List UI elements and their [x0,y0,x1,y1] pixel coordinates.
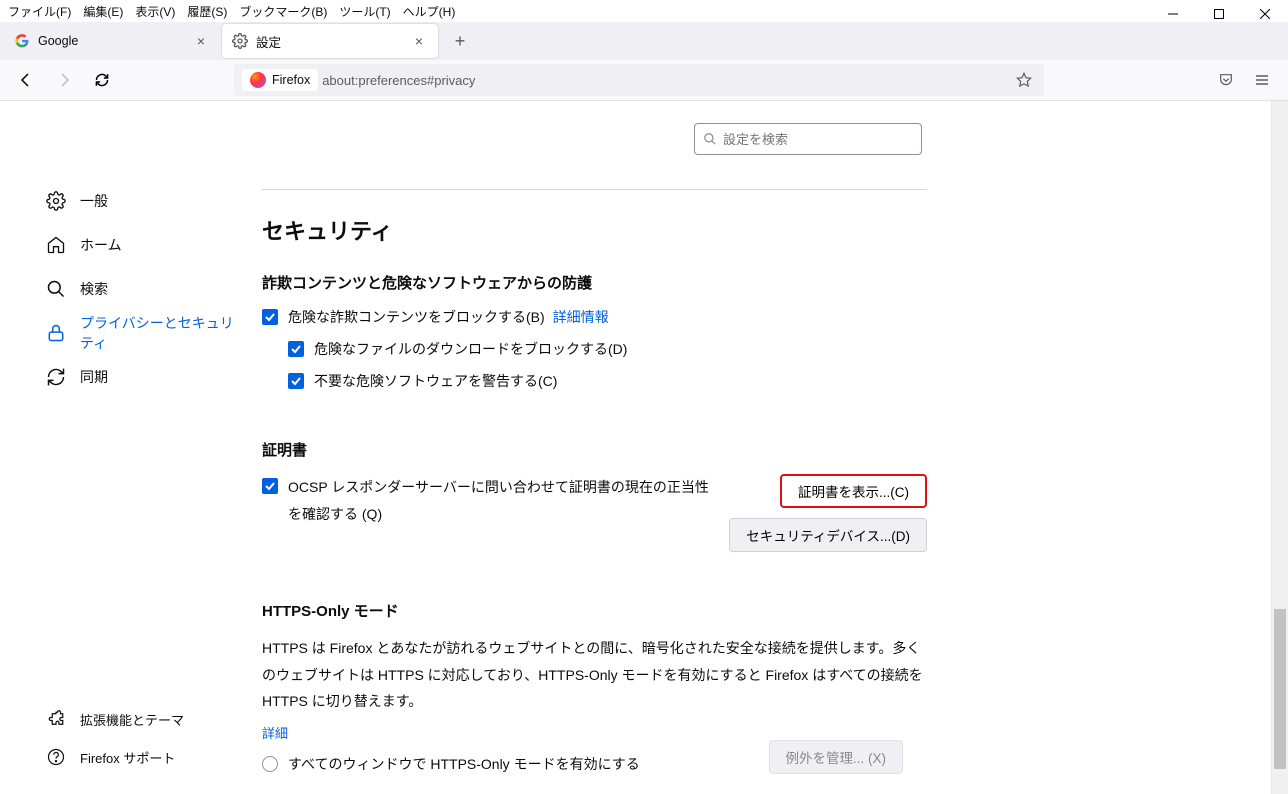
tab-settings[interactable]: 設定 × [222,24,438,58]
nav-toolbar: Firefox about:preferences#privacy [0,60,1288,100]
menubar: ファイル(F) 編集(E) 表示(V) 履歴(S) ブックマーク(B) ツール(… [0,0,1288,22]
search-icon [46,279,66,299]
warn-unwanted-row: 不要な危険ソフトウェアを警告する(C) [288,371,927,391]
category-label: ホーム [80,235,122,255]
category-sync[interactable]: 同期 [38,357,250,397]
minimize-button[interactable] [1150,0,1196,28]
menu-bookmarks[interactable]: ブックマーク(B) [233,1,333,22]
menu-file[interactable]: ファイル(F) [2,1,77,22]
app-menu-icon[interactable] [1246,64,1278,96]
puzzle-icon [46,709,66,729]
tab-title: 設定 [256,32,410,51]
lock-icon [46,323,66,343]
vertical-scrollbar[interactable] [1271,101,1288,794]
ocsp-checkbox[interactable] [262,478,278,494]
manage-exceptions-button[interactable]: 例外を管理... (X) [769,740,904,774]
category-search[interactable]: 検索 [38,269,250,309]
preferences-content: 一般 ホーム 検索 プライバシーとセキュリティ 同期 拡張機能 [0,100,1288,794]
warn-unwanted-label: 不要な危険ソフトウェアを警告する(C) [314,371,557,391]
home-icon [46,235,66,255]
bookmark-star-icon[interactable] [1012,72,1036,88]
block-dangerous-checkbox[interactable] [262,309,278,325]
ocsp-label: OCSP レスポンダーサーバーに問い合わせて証明書の現在の正当性を確認する (Q… [288,474,709,527]
certificates-heading: 証明書 [262,439,927,460]
block-dangerous-row: 危険な詐欺コンテンツをブロックする(B)詳細情報 [262,307,927,327]
block-downloads-checkbox[interactable] [288,341,304,357]
gear-icon [232,33,248,49]
block-downloads-label: 危険なファイルのダウンロードをブロックする(D) [314,339,627,359]
window-controls [1150,0,1288,28]
category-privacy[interactable]: プライバシーとセキュリティ [38,313,250,353]
sidebar-extensions[interactable]: 拡張機能とテーマ [38,702,192,736]
https-all-windows-label: すべてのウィンドウで HTTPS-Only モードを有効にする [288,754,640,774]
reload-button[interactable] [86,64,118,96]
view-certificates-button[interactable]: 証明書を表示...(C) [780,474,927,508]
menu-help[interactable]: ヘルプ(H) [397,1,462,22]
tab-title: Google [38,34,192,48]
close-window-button[interactable] [1242,0,1288,28]
menu-history[interactable]: 履歴(S) [181,1,233,22]
close-tab-icon[interactable]: × [410,32,428,50]
search-icon [703,132,717,146]
back-button[interactable] [10,64,42,96]
menu-tools[interactable]: ツール(T) [333,1,396,22]
google-favicon-icon [14,33,30,49]
tabstrip: Google × 設定 × + [0,22,1288,60]
block-dangerous-label: 危険な詐欺コンテンツをブロックする(B)詳細情報 [288,307,609,327]
category-label: 検索 [80,279,108,299]
deceptive-heading: 詐欺コンテンツと危険なソフトウェアからの防護 [262,272,927,293]
menu-view[interactable]: 表示(V) [129,1,181,22]
close-tab-icon[interactable]: × [192,32,210,50]
help-icon [46,747,66,767]
scrollbar-thumb[interactable] [1274,609,1286,769]
https-learn-more-link[interactable]: 詳細 [262,726,288,741]
https-only-heading: HTTPS-Only モード [262,600,927,621]
category-general[interactable]: 一般 [38,181,250,221]
sync-icon [46,367,66,387]
security-devices-button[interactable]: セキュリティデバイス...(D) [729,518,927,552]
gear-icon [46,191,66,211]
menu-edit[interactable]: 編集(E) [77,1,129,22]
identity-box[interactable]: Firefox [242,69,318,91]
identity-label: Firefox [272,73,310,87]
https-all-windows-radio[interactable] [262,756,278,772]
pocket-icon[interactable] [1210,64,1242,96]
block-downloads-row: 危険なファイルのダウンロードをブロックする(D) [288,339,927,359]
sidebar-item-label: Firefox サポート [80,748,175,767]
learn-more-link[interactable]: 詳細情報 [553,309,609,325]
category-label: 同期 [80,367,108,387]
category-label: 一般 [80,191,108,211]
maximize-button[interactable] [1196,0,1242,28]
security-heading: セキュリティ [262,214,927,246]
categories-sidebar: 一般 ホーム 検索 プライバシーとセキュリティ 同期 拡張機能 [0,101,250,794]
main-panel: セキュリティ 詐欺コンテンツと危険なソフトウェアからの防護 危険な詐欺コンテンツ… [250,101,1288,794]
https-only-description: HTTPS は Firefox とあなたが訪れるウェブサイトとの間に、暗号化され… [262,635,927,715]
warn-unwanted-checkbox[interactable] [288,373,304,389]
category-home[interactable]: ホーム [38,225,250,265]
forward-button[interactable] [48,64,80,96]
sidebar-support[interactable]: Firefox サポート [38,740,192,774]
sidebar-item-label: 拡張機能とテーマ [80,710,184,729]
url-bar[interactable]: Firefox about:preferences#privacy [234,64,1044,96]
new-tab-button[interactable]: + [444,25,476,57]
settings-search[interactable] [694,123,922,155]
category-label: プライバシーとセキュリティ [80,313,242,353]
firefox-icon [250,72,266,88]
tab-google[interactable]: Google × [4,24,220,58]
url-text: about:preferences#privacy [322,73,1012,88]
settings-search-input[interactable] [723,132,913,147]
